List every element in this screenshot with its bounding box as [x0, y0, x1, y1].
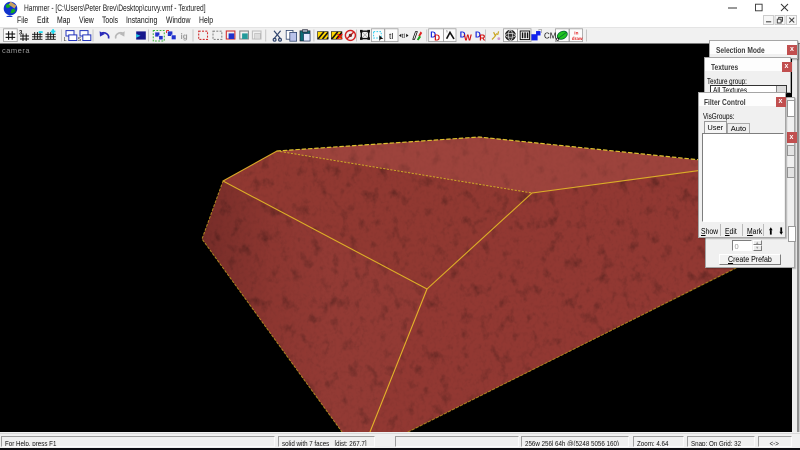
svg-text:CM: CM [544, 31, 557, 40]
svg-text:h: h [446, 28, 448, 33]
svg-text:S: S [78, 37, 82, 43]
svg-text:R: R [479, 32, 485, 42]
svg-text:L: L [64, 37, 67, 43]
svg-text:W: W [464, 32, 473, 42]
svg-text:draw: draw [572, 35, 583, 40]
svg-text:tl: tl [402, 33, 406, 40]
svg-text:ig: ig [181, 32, 188, 41]
svg-text:tl: tl [389, 30, 393, 40]
svg-text:D: D [434, 33, 440, 42]
svg-text:in: in [574, 30, 578, 35]
